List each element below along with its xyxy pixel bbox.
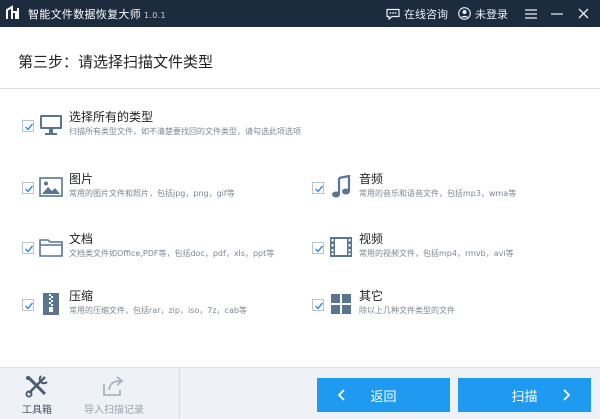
option-desc: 常用的压缩文件，包括rar，zip，iso，7z，cab等: [69, 306, 247, 315]
option-desc: 常用的视频文件，包括mp4，rmvb，avi等: [359, 249, 514, 258]
checkmark-icon: [25, 245, 34, 253]
option-title: 压缩: [69, 289, 94, 303]
title-bar: 智能文件数据恢复大师 1.0.1 在线咨询 未登录: [0, 0, 600, 27]
option-other[interactable]: 其它 除以上几种文件类型的文件: [312, 285, 455, 317]
option-title: 选择所有的类型: [69, 110, 154, 124]
option-desc: 常用的图片文件和照片，包括jpg，png，gif等: [69, 189, 235, 198]
step-header: 第三步：请选择扫描文件类型: [0, 27, 600, 89]
monitor-icon: [38, 112, 64, 138]
app-logo-icon: [6, 5, 19, 19]
image-icon: [38, 174, 64, 200]
chevron-left-icon: [337, 378, 345, 412]
import-icon: [103, 376, 124, 396]
app-title-text: 智能文件数据恢复大师: [28, 8, 141, 21]
online-consult-link[interactable]: 在线咨询: [386, 6, 448, 22]
option-title: 视频: [359, 232, 384, 246]
option-audio[interactable]: 音频 常用的音乐和语音文件，包括mp3，wma等: [312, 168, 516, 200]
scan-label: 扫描: [511, 389, 538, 405]
checkbox-other[interactable]: [312, 299, 324, 311]
close-button[interactable]: [570, 0, 596, 27]
online-consult-label: 在线咨询: [404, 7, 448, 21]
tools-icon: [25, 375, 48, 398]
checkmark-icon: [25, 123, 34, 131]
user-avatar-icon: [458, 7, 471, 20]
folder-icon: [38, 234, 64, 260]
app-version: 1.0.1: [144, 11, 166, 20]
checkbox-image[interactable]: [22, 182, 34, 194]
option-all-types[interactable]: 选择所有的类型 扫描所有类型文件，如不清楚要找回的文件类型，请勾选此项选项: [22, 106, 301, 138]
menu-button[interactable]: [518, 0, 544, 27]
checkbox-all-types[interactable]: [22, 120, 34, 132]
login-status-link[interactable]: 未登录: [458, 6, 508, 22]
option-title: 音频: [359, 172, 384, 186]
file-type-options: 选择所有的类型 扫描所有类型文件，如不清楚要找回的文件类型，请勾选此项选项 图片…: [0, 90, 600, 367]
scan-button[interactable]: 扫描: [458, 378, 591, 412]
film-icon: [328, 234, 354, 260]
checkmark-icon: [315, 185, 324, 193]
chat-bubble-icon: [386, 8, 400, 20]
option-title: 其它: [359, 289, 384, 303]
hamburger-menu-icon: [525, 8, 537, 19]
checkbox-document[interactable]: [22, 242, 34, 254]
option-document[interactable]: 文档 文档类文件如Office,PDF等，包括doc，pdf，xls，ppt等: [22, 228, 274, 260]
option-desc: 除以上几种文件类型的文件: [359, 306, 455, 315]
checkmark-icon: [315, 302, 324, 310]
checkbox-audio[interactable]: [312, 182, 324, 194]
chevron-right-icon: [563, 378, 571, 412]
toolbox-button[interactable]: 工具箱: [22, 374, 52, 416]
checkmark-icon: [25, 185, 34, 193]
option-title: 文档: [69, 232, 94, 246]
app-title: 智能文件数据恢复大师 1.0.1: [28, 6, 166, 22]
option-title: 图片: [69, 172, 94, 186]
back-label: 返回: [370, 389, 397, 405]
back-button[interactable]: 返回: [317, 378, 450, 412]
grid-icon: [328, 291, 354, 317]
option-desc: 文档类文件如Office,PDF等，包括doc，pdf，xls，ppt等: [69, 249, 275, 258]
option-archive[interactable]: 压缩 常用的压缩文件，包括rar，zip，iso，7z，cab等: [22, 285, 247, 317]
minimize-button[interactable]: [544, 0, 570, 27]
music-note-icon: [328, 174, 354, 200]
option-desc: 扫描所有类型文件，如不清楚要找回的文件类型，请勾选此项选项: [69, 127, 301, 136]
minimize-icon: [551, 12, 563, 15]
zip-icon: [38, 291, 64, 317]
import-record-button[interactable]: 导入扫描记录: [84, 374, 144, 416]
footer-bar: 工具箱 导入扫描记录 返回 扫描: [0, 367, 600, 419]
option-desc: 常用的音乐和语音文件，包括mp3，wma等: [359, 189, 517, 198]
footer-divider: [179, 368, 180, 419]
checkbox-archive[interactable]: [22, 299, 34, 311]
step-title: 第三步：请选择扫描文件类型: [18, 53, 214, 71]
checkmark-icon: [315, 245, 324, 253]
login-status-label: 未登录: [475, 7, 508, 21]
import-record-label: 导入扫描记录: [84, 405, 144, 416]
checkmark-icon: [25, 302, 34, 310]
checkbox-video[interactable]: [312, 242, 324, 254]
option-video[interactable]: 视频 常用的视频文件，包括mp4，rmvb，avi等: [312, 228, 514, 260]
toolbox-label: 工具箱: [22, 405, 52, 416]
option-image[interactable]: 图片 常用的图片文件和照片，包括jpg，png，gif等: [22, 168, 235, 200]
close-icon: [578, 8, 588, 19]
